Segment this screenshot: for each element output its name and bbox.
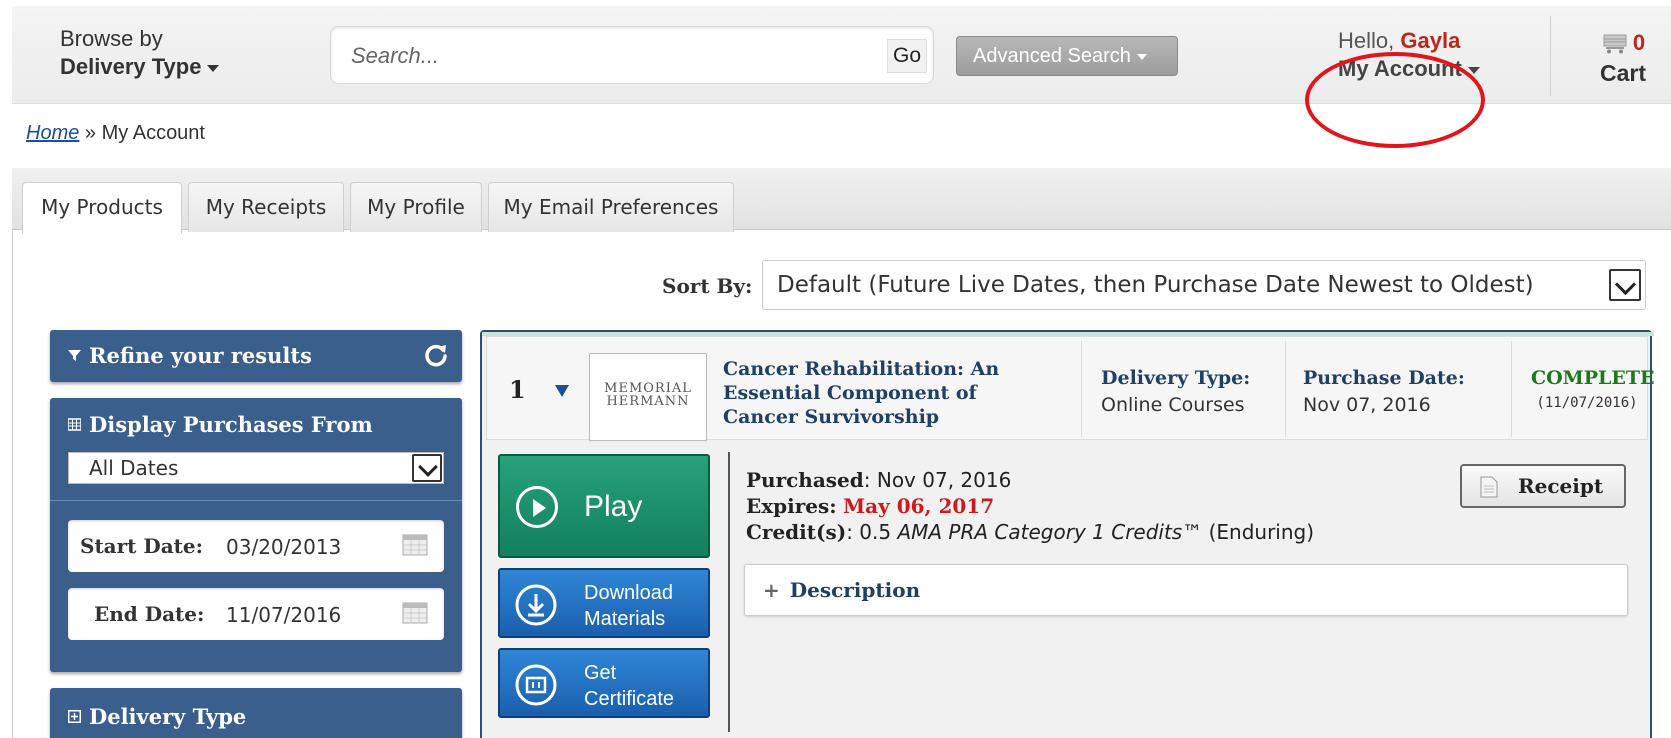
delivery-type-dropdown[interactable]: Delivery Type [60, 52, 220, 82]
start-date-field[interactable]: Start Date: 03/20/2013 [68, 520, 444, 572]
filter-icon [68, 350, 81, 361]
browse-by-label: Browse by [60, 26, 163, 51]
receipt-button[interactable]: Receipt [1460, 464, 1626, 508]
delivery-type-value: Online Courses [1101, 394, 1245, 416]
end-date-value: 11/07/2016 [226, 603, 342, 627]
start-date-value: 03/20/2013 [226, 535, 342, 559]
start-date-label: Start Date: [80, 534, 204, 558]
provider-logo-text: MEMORIAL HERMANN [604, 381, 692, 409]
cart-link[interactable]: 0 Cart [1600, 30, 1646, 87]
details-divider [728, 452, 730, 732]
search-input[interactable] [351, 41, 851, 71]
provider-logo: MEMORIAL HERMANN [589, 353, 707, 441]
caret-down-icon [207, 64, 220, 72]
end-date-field[interactable]: End Date: 11/07/2016 [68, 588, 444, 640]
user-name: Gayla [1400, 28, 1461, 53]
tab-my-profile[interactable]: My Profile [350, 182, 482, 232]
end-date-label: End Date: [94, 602, 205, 626]
chevron-down-icon [1609, 269, 1641, 301]
document-icon [1480, 476, 1498, 498]
refine-results-title: Refine your results [68, 343, 312, 368]
chevron-down-icon [412, 454, 442, 482]
display-purchases-panel: Display Purchases From All Dates Start D… [50, 398, 462, 672]
cart-icon [1603, 34, 1627, 54]
delivery-type-title: Delivery Type [68, 704, 246, 729]
purchase-date-label: Purchase Date: [1303, 367, 1465, 389]
panel-divider [50, 500, 462, 501]
download-materials-label: Download Materials [584, 582, 673, 630]
credits-line: Credit(s): 0.5 AMA PRA Category 1 Credit… [746, 520, 1315, 544]
header-divider [1550, 16, 1551, 96]
status-date: (11/07/2016) [1536, 395, 1638, 411]
get-certificate-label: Get Certificate [584, 662, 675, 710]
advanced-search-button[interactable]: Advanced Search [956, 36, 1178, 76]
receipt-label: Receipt [1518, 474, 1604, 498]
annotation-circle [1305, 52, 1485, 148]
expand-arrow-icon[interactable] [555, 385, 569, 397]
delivery-type-panel[interactable]: Delivery Type [50, 688, 462, 738]
purchased-line: Purchased: Nov 07, 2016 [746, 468, 1012, 492]
play-label: Play [584, 490, 643, 523]
product-card: 1 MEMORIAL HERMANN Cancer Rehabilitation:… [480, 330, 1654, 738]
product-card-header: 1 MEMORIAL HERMANN Cancer Rehabilitation:… [486, 336, 1654, 441]
header-separator [1511, 341, 1512, 437]
expires-line: Expires: May 06, 2017 [746, 494, 995, 518]
breadcrumb-home-link[interactable]: Home [26, 122, 79, 144]
go-button[interactable]: Go [887, 39, 927, 73]
certificate-icon [515, 664, 557, 706]
greeting: Hello, Gayla [1338, 28, 1461, 53]
dates-selected-value: All Dates [89, 456, 179, 480]
search-box: Go [330, 26, 934, 84]
breadcrumb: Home » My Account [26, 122, 205, 145]
breadcrumb-separator: » [84, 122, 97, 144]
sort-by-label: Sort By: [662, 274, 753, 298]
expand-box-icon [68, 710, 81, 723]
display-purchases-title: Display Purchases From [68, 412, 373, 437]
plus-icon: + [763, 578, 780, 602]
breadcrumb-current: My Account [101, 122, 205, 144]
delivery-type-label: Delivery Type: [1101, 367, 1251, 389]
course-title[interactable]: Cancer Rehabilitation: An Essential Comp… [723, 357, 1053, 429]
item-number: 1 [509, 375, 526, 404]
calendar-icon[interactable] [402, 534, 428, 556]
cart-label: Cart [1600, 60, 1647, 86]
download-icon [515, 584, 557, 626]
refresh-icon[interactable] [422, 341, 450, 369]
calendar-grid-icon [68, 418, 81, 431]
purchase-date-value: Nov 07, 2016 [1303, 394, 1431, 416]
play-button[interactable]: Play [498, 454, 710, 558]
cart-count: 0 [1632, 30, 1646, 55]
purchase-dates-select[interactable]: All Dates [68, 452, 444, 484]
expires-date: May 06, 2017 [843, 494, 995, 518]
sort-selected-value: Default (Future Live Dates, then Purchas… [777, 272, 1534, 298]
tab-my-products[interactable]: My Products [22, 182, 182, 234]
tab-my-email-preferences[interactable]: My Email Preferences [488, 182, 734, 232]
status-badge: COMPLETE [1531, 367, 1655, 389]
header-separator [1285, 341, 1286, 437]
download-materials-button[interactable]: Download Materials [498, 568, 710, 638]
sort-by-select[interactable]: Default (Future Live Dates, then Purchas… [762, 260, 1646, 310]
caret-down-icon [1136, 53, 1147, 60]
description-label: Description [789, 578, 921, 602]
tab-my-receipts[interactable]: My Receipts [188, 182, 344, 232]
refine-results-panel: Refine your results [50, 330, 462, 382]
get-certificate-button[interactable]: Get Certificate [498, 648, 710, 718]
calendar-icon[interactable] [402, 602, 428, 624]
description-toggle[interactable]: + Description [744, 564, 1628, 616]
browse-by-menu[interactable]: Browse by Delivery Type [60, 26, 220, 82]
play-icon [516, 486, 558, 528]
header-separator [1081, 341, 1082, 437]
